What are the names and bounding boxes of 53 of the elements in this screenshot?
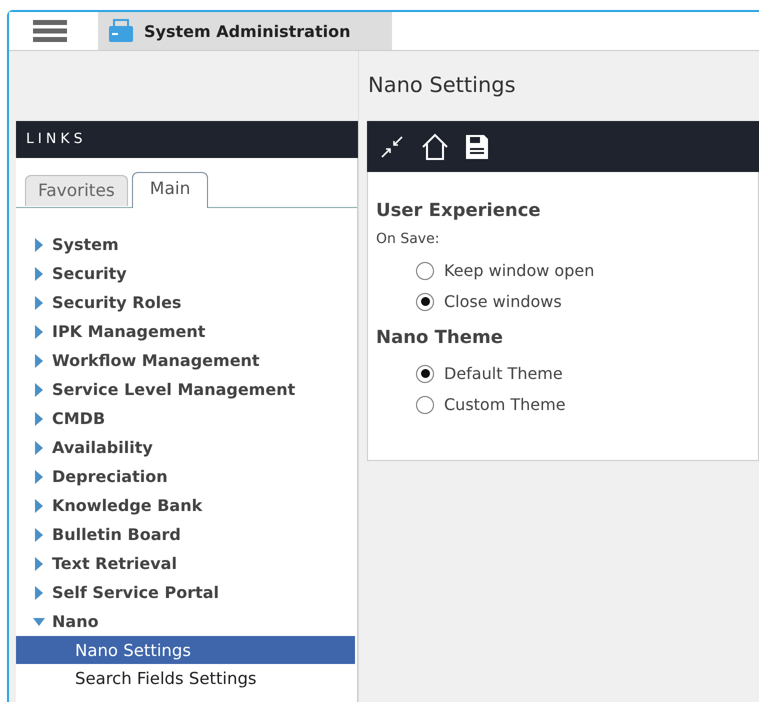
caret-right-icon[interactable] [33, 382, 45, 396]
tree-item[interactable]: Security Roles [52, 293, 182, 312]
toolbox-icon [108, 18, 134, 44]
tree-item[interactable]: Search Fields Settings [16, 664, 357, 692]
section-heading: User Experience [376, 200, 542, 221]
radio-button[interactable] [416, 262, 434, 280]
panel-header: LINKS [16, 121, 358, 158]
tab-title: System Administration [144, 22, 350, 40]
section-heading: Nano Theme [376, 327, 504, 348]
tab[interactable]: Main [132, 172, 208, 208]
tree-item[interactable]: CMDB [52, 409, 106, 428]
caret-right-icon[interactable] [33, 498, 45, 512]
radio-label: Custom Theme [444, 395, 566, 414]
caret-right-icon[interactable] [33, 238, 45, 252]
home-icon[interactable] [421, 132, 449, 160]
menu-icon [33, 20, 67, 42]
tree-item[interactable]: System [52, 235, 119, 254]
radio-button[interactable] [416, 396, 434, 414]
tree-item[interactable]: Service Level Management [52, 380, 296, 399]
caret-right-icon[interactable] [33, 324, 45, 338]
field-label: On Save: [376, 231, 440, 247]
window-tab[interactable]: System Administration [98, 12, 392, 50]
menu-button[interactable] [33, 20, 67, 42]
caret-right-icon[interactable] [33, 296, 45, 310]
tree-item[interactable]: Availability [52, 438, 153, 457]
caret-right-icon[interactable] [33, 354, 45, 368]
tree-item[interactable]: Text Retrieval [52, 554, 177, 573]
tab[interactable]: Favorites [25, 175, 128, 206]
caret-right-icon[interactable] [33, 412, 45, 426]
caret-right-icon[interactable] [33, 440, 45, 454]
caret-right-icon[interactable] [33, 470, 45, 484]
tree-item[interactable]: Self Service Portal [52, 583, 220, 602]
caret-right-icon[interactable] [33, 266, 45, 280]
collapse-icon[interactable] [379, 134, 405, 160]
tree-item[interactable]: Depreciation [52, 467, 168, 486]
caret-down-icon[interactable] [33, 618, 45, 626]
tree-item[interactable]: Nano [52, 612, 99, 631]
radio-label: Default Theme [444, 364, 563, 383]
caret-right-icon[interactable] [33, 556, 45, 570]
save-icon[interactable] [465, 134, 489, 160]
tree-item[interactable]: Knowledge Bank [52, 496, 202, 515]
page-title: Nano Settings [367, 72, 517, 99]
radio-button[interactable] [416, 364, 434, 382]
caret-right-icon[interactable] [33, 528, 45, 542]
radio-button[interactable] [416, 292, 434, 310]
tree-item[interactable]: Workflow Management [52, 351, 260, 370]
radio-label: Close windows [444, 292, 562, 311]
tree-item[interactable]: Nano Settings [16, 636, 355, 664]
tree-item[interactable]: Bulletin Board [52, 525, 181, 544]
caret-right-icon[interactable] [33, 586, 45, 600]
tree-item[interactable]: IPK Management [52, 322, 206, 341]
radio-label: Keep window open [444, 261, 594, 280]
tree-item[interactable]: Security [52, 264, 127, 283]
